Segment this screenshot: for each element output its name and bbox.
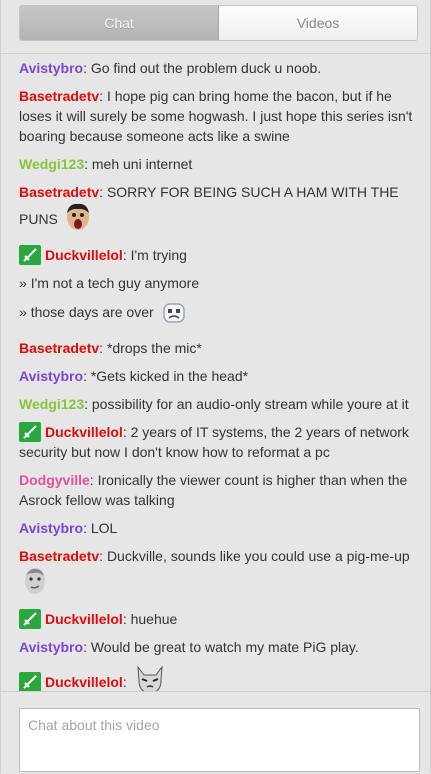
username[interactable]: Basetradetv: [19, 88, 99, 104]
username[interactable]: Basetradetv: [19, 548, 99, 564]
username[interactable]: Basetradetv: [19, 340, 99, 356]
chat-message: Duckvillelol: 2 years of IT systems, the…: [19, 422, 419, 462]
separator: :: [83, 639, 91, 655]
chat-panel: Chat Videos Avistybro: Go find out the p…: [0, 0, 431, 774]
separator: :: [99, 88, 107, 104]
message-text: huehue: [130, 611, 178, 627]
chat-message: Avistybro: LOL: [19, 518, 419, 538]
username[interactable]: Avistybro: [19, 520, 83, 536]
chat-message: Basetradetv: Duckville, sounds like you …: [19, 546, 419, 601]
username[interactable]: Wedgi123: [19, 156, 84, 172]
separator: :: [84, 156, 92, 172]
chat-message: Avistybro: Would be great to watch my ma…: [19, 637, 419, 657]
username[interactable]: Duckvillelol: [45, 611, 123, 627]
chat-message: Avistybro: Go find out the problem duck …: [19, 58, 419, 78]
chat-message: Wedgi123: meh uni internet: [19, 154, 419, 174]
chat-messages: Avistybro: Go find out the problem duck …: [19, 58, 419, 708]
chat-message: Basetradetv: SORRY FOR BEING SUCH A HAM …: [19, 182, 419, 237]
separator: :: [122, 247, 131, 263]
message-text: those days are over: [30, 304, 154, 320]
tab-chat[interactable]: Chat: [20, 6, 219, 40]
username[interactable]: Duckvillelol: [45, 674, 123, 690]
chat-input-area: [1, 691, 430, 774]
kappa-face-emote-icon: [22, 566, 48, 601]
chat-message: Duckvillelol: huehue: [19, 609, 419, 629]
tab-chat-label: Chat: [104, 15, 134, 31]
message-text: possibility for an audio-only stream whi…: [91, 396, 409, 412]
message-text: Would be great to watch my mate PiG play…: [90, 639, 359, 655]
continuation-prefix: »: [19, 275, 31, 291]
chat-message: Dodgyville: Ironically the viewer count …: [19, 470, 419, 510]
separator: :: [83, 368, 91, 384]
username[interactable]: Duckvillelol: [45, 247, 123, 263]
separator: :: [84, 396, 92, 412]
message-text: LOL: [90, 520, 118, 536]
separator: :: [99, 340, 107, 356]
divider: [1, 53, 430, 54]
chat-message-continuation: » those days are over: [19, 301, 419, 330]
message-text: *Gets kicked in the head*: [90, 368, 249, 384]
message-text: meh uni internet: [91, 156, 193, 172]
username[interactable]: Avistybro: [19, 639, 83, 655]
sword-badge-icon: [19, 245, 41, 265]
username[interactable]: Dodgyville: [19, 472, 90, 488]
separator: :: [89, 472, 98, 488]
username[interactable]: Basetradetv: [19, 184, 99, 200]
separator: :: [83, 520, 91, 536]
message-text: Duckville, sounds like you could use a p…: [106, 548, 410, 564]
username[interactable]: Avistybro: [19, 60, 83, 76]
chat-message: Wedgi123: possibility for an audio-only …: [19, 394, 419, 414]
separator: :: [99, 548, 107, 564]
sword-badge-icon: [19, 422, 41, 442]
chat-message: Basetradetv: *drops the mic*: [19, 338, 419, 358]
chat-message: Duckvillelol: I'm trying: [19, 245, 419, 265]
message-text: Go find out the problem duck u noob.: [90, 60, 322, 76]
username[interactable]: Avistybro: [19, 368, 83, 384]
sad-robot-emote-icon: [161, 301, 187, 330]
message-text: I'm not a tech guy anymore: [30, 275, 200, 291]
continuation-prefix: »: [19, 304, 31, 320]
username[interactable]: Duckvillelol: [45, 424, 123, 440]
chat-input[interactable]: [19, 708, 420, 772]
separator: :: [122, 674, 131, 690]
chat-message: Basetradetv: I hope pig can bring home t…: [19, 86, 419, 146]
scream-face-emote-icon: [65, 202, 91, 237]
tab-bar: Chat Videos: [19, 5, 418, 41]
chat-message: Avistybro: *Gets kicked in the head*: [19, 366, 419, 386]
message-text: *drops the mic*: [106, 340, 202, 356]
tab-videos-label: Videos: [296, 15, 340, 31]
chat-message-continuation: » I'm not a tech guy anymore: [19, 273, 419, 293]
separator: :: [122, 611, 131, 627]
sword-badge-icon: [19, 672, 41, 692]
tab-videos[interactable]: Videos: [219, 6, 417, 40]
username[interactable]: Wedgi123: [19, 396, 84, 412]
message-text: I'm trying: [130, 247, 187, 263]
separator: :: [83, 60, 91, 76]
separator: :: [99, 184, 107, 200]
separator: :: [122, 424, 131, 440]
sword-badge-icon: [19, 609, 41, 629]
